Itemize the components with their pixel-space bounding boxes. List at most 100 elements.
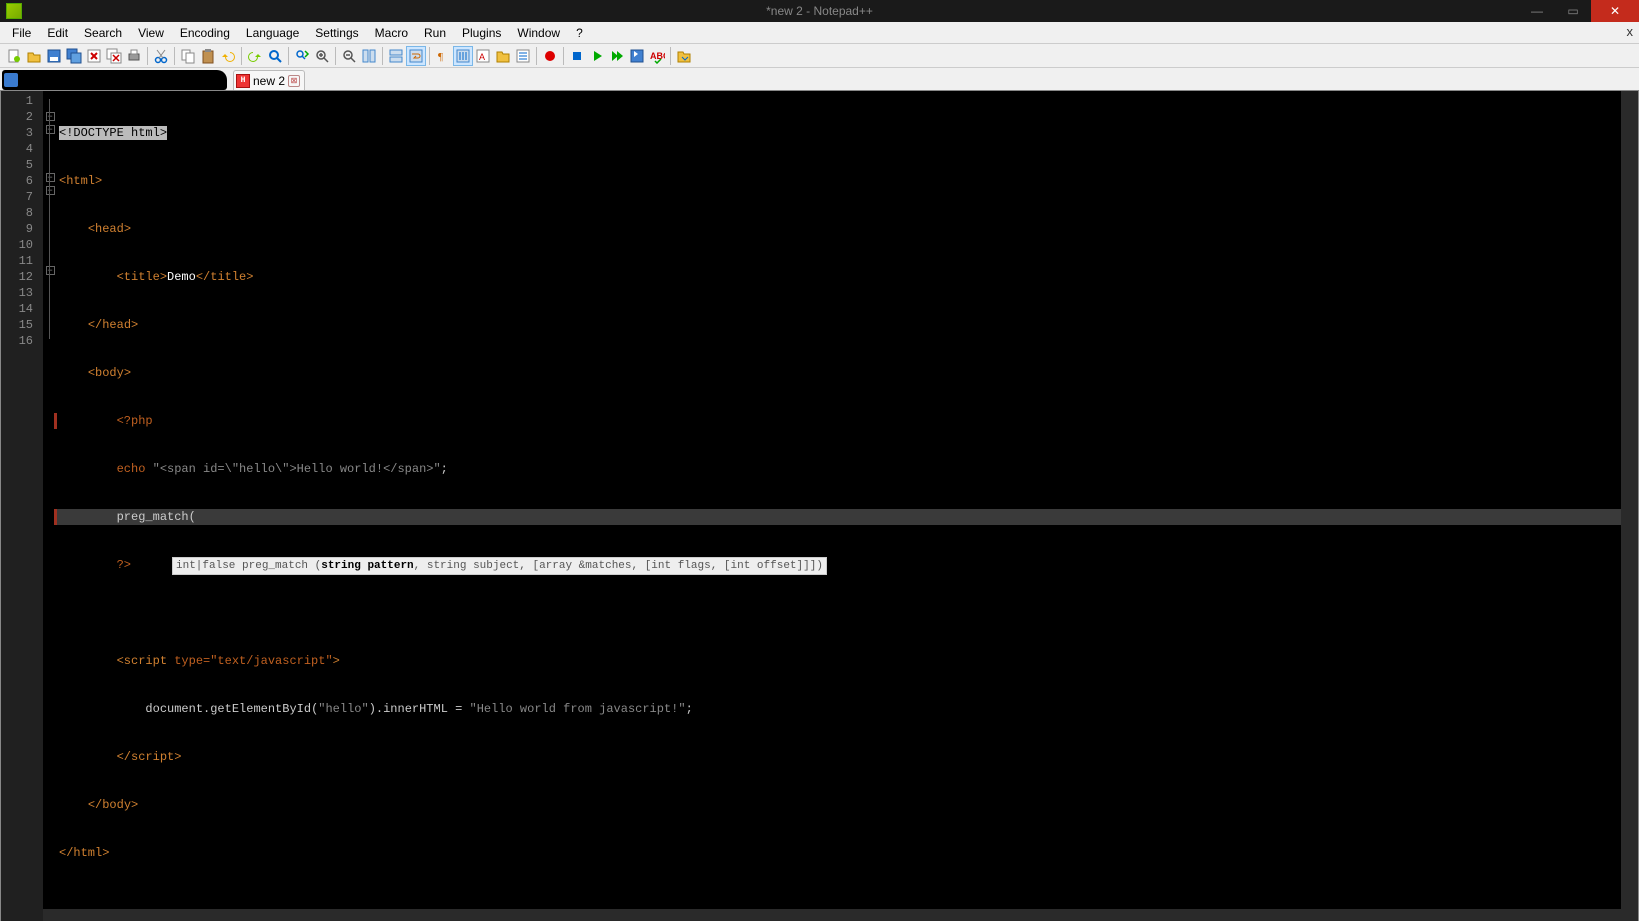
- fold-marker[interactable]: −: [46, 266, 55, 275]
- wrap-button[interactable]: [406, 46, 426, 66]
- horizontal-scrollbar[interactable]: [43, 909, 1621, 921]
- code-text: <title>: [117, 270, 167, 284]
- tab-redacted[interactable]: [2, 70, 227, 90]
- fold-marker[interactable]: −: [46, 186, 55, 195]
- fold-marker[interactable]: [43, 138, 57, 154]
- fold-marker[interactable]: [43, 247, 57, 263]
- line-number: 12: [1, 269, 43, 285]
- close-all-button[interactable]: [104, 46, 124, 66]
- fold-marker[interactable]: −: [46, 112, 55, 121]
- save-all-button[interactable]: [64, 46, 84, 66]
- fold-marker[interactable]: [43, 93, 57, 109]
- menu-macro[interactable]: Macro: [367, 24, 416, 42]
- find-button[interactable]: [265, 46, 285, 66]
- fold-marker[interactable]: [43, 295, 57, 311]
- code-text: "text/javascript": [210, 654, 332, 668]
- fold-marker[interactable]: [43, 279, 57, 295]
- fold-margin: − − − − −: [43, 91, 57, 921]
- paste-button[interactable]: [198, 46, 218, 66]
- tab-active[interactable]: H new 2 ⊠: [233, 70, 305, 90]
- code-area[interactable]: <!DOCTYPE html> <html> <head> <title>Dem…: [57, 91, 1638, 921]
- window-buttons: — ▭ ✕: [1519, 0, 1639, 22]
- menu-window[interactable]: Window: [509, 24, 568, 42]
- zoom-in-button[interactable]: [312, 46, 332, 66]
- toolbar-separator: [670, 47, 671, 65]
- minimize-button[interactable]: —: [1519, 0, 1555, 22]
- menu-encoding[interactable]: Encoding: [172, 24, 238, 42]
- save-macro-button[interactable]: [627, 46, 647, 66]
- fold-marker[interactable]: −: [46, 125, 55, 134]
- fold-marker[interactable]: [43, 154, 57, 170]
- hint-param: string pattern: [321, 560, 413, 572]
- sync-h-button[interactable]: [386, 46, 406, 66]
- zoom-out-button[interactable]: [339, 46, 359, 66]
- line-number: 4: [1, 141, 43, 157]
- fold-marker[interactable]: [43, 231, 57, 247]
- menu-settings[interactable]: Settings: [307, 24, 366, 42]
- new-file-icon: [6, 48, 22, 64]
- fold-marker[interactable]: [43, 215, 57, 231]
- zoom-out-icon: [341, 48, 357, 64]
- menu-view[interactable]: View: [130, 24, 172, 42]
- save-all-icon: [66, 48, 82, 64]
- undo-button[interactable]: [218, 46, 238, 66]
- save-button[interactable]: [44, 46, 64, 66]
- menu-file[interactable]: File: [4, 24, 39, 42]
- function-list-button[interactable]: [513, 46, 533, 66]
- menu-run[interactable]: Run: [416, 24, 454, 42]
- maximize-button[interactable]: ▭: [1555, 0, 1591, 22]
- sync-v-icon: [361, 48, 377, 64]
- code-text: ).: [369, 702, 383, 716]
- all-chars-button[interactable]: ¶: [433, 46, 453, 66]
- copy-button[interactable]: [178, 46, 198, 66]
- close-window-button[interactable]: ✕: [1591, 0, 1639, 22]
- code-text: echo: [117, 462, 146, 476]
- title-bar: *new 2 - Notepad++ — ▭ ✕: [0, 0, 1639, 22]
- vertical-scrollbar[interactable]: [1621, 91, 1638, 921]
- fold-marker[interactable]: [43, 327, 57, 343]
- play-multi-button[interactable]: [607, 46, 627, 66]
- window-title: *new 2 - Notepad++: [766, 4, 873, 18]
- toolbar: ¶ A ABC: [0, 44, 1639, 68]
- tab-label: new 2: [253, 74, 285, 88]
- indent: [59, 366, 88, 380]
- close-tab-x[interactable]: x: [1627, 24, 1634, 39]
- close-file-button[interactable]: [84, 46, 104, 66]
- menu-search[interactable]: Search: [76, 24, 130, 42]
- menu-edit[interactable]: Edit: [39, 24, 76, 42]
- indent: [59, 510, 117, 524]
- code-text: </head>: [88, 318, 138, 332]
- doc-dir-button[interactable]: [674, 46, 694, 66]
- fold-marker[interactable]: [43, 199, 57, 215]
- spell-button[interactable]: ABC: [647, 46, 667, 66]
- sync-v-button[interactable]: [359, 46, 379, 66]
- udl-button[interactable]: A: [473, 46, 493, 66]
- open-file-button[interactable]: [24, 46, 44, 66]
- menu-help[interactable]: ?: [568, 24, 591, 42]
- indent-guide-button[interactable]: [453, 46, 473, 66]
- play-button[interactable]: [587, 46, 607, 66]
- stop-button[interactable]: [567, 46, 587, 66]
- current-line: preg_match(: [57, 509, 1638, 525]
- cut-button[interactable]: [151, 46, 171, 66]
- folder-button[interactable]: [493, 46, 513, 66]
- indent: [59, 702, 145, 716]
- save-icon: [46, 48, 62, 64]
- replace-button[interactable]: [292, 46, 312, 66]
- menu-plugins[interactable]: Plugins: [454, 24, 509, 42]
- hint-text: , string subject, [array &matches, [int …: [414, 560, 823, 572]
- fold-marker[interactable]: [43, 311, 57, 327]
- menu-language[interactable]: Language: [238, 24, 307, 42]
- toolbar-separator: [429, 47, 430, 65]
- svg-text:A: A: [479, 52, 485, 62]
- print-button[interactable]: [124, 46, 144, 66]
- indent: [59, 222, 88, 236]
- record-button[interactable]: [540, 46, 560, 66]
- tab-close-button[interactable]: ⊠: [288, 75, 300, 87]
- line-number: 6: [1, 173, 43, 189]
- line-number: 11: [1, 253, 43, 269]
- toolbar-separator: [288, 47, 289, 65]
- redo-button[interactable]: [245, 46, 265, 66]
- fold-marker[interactable]: −: [46, 173, 55, 182]
- new-file-button[interactable]: [4, 46, 24, 66]
